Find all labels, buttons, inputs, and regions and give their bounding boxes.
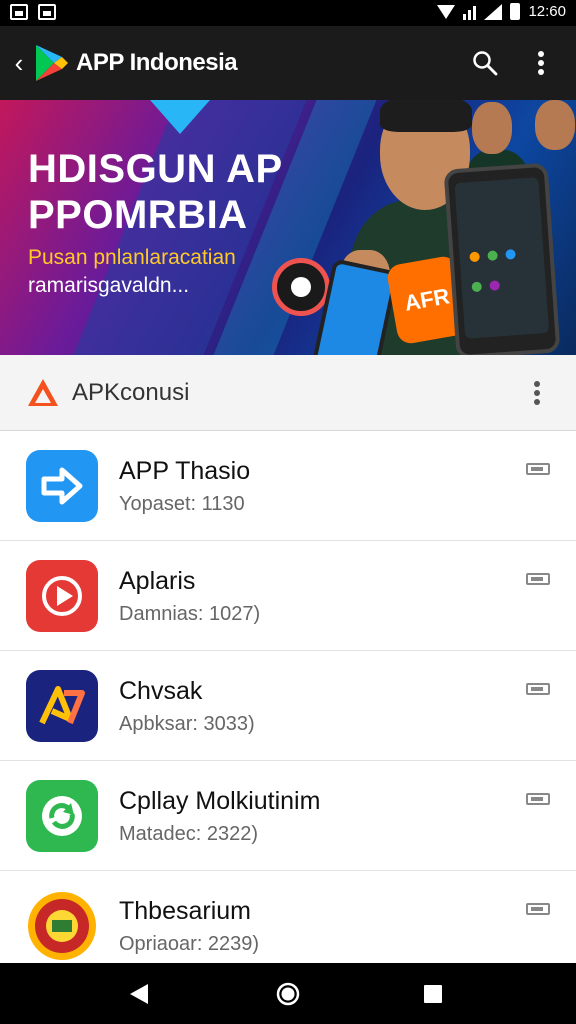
background-person-head <box>472 102 512 154</box>
main-person-hair <box>380 100 472 132</box>
section-title: APKconusi <box>72 378 190 406</box>
search-icon <box>473 51 498 76</box>
install-icon[interactable] <box>526 793 550 805</box>
app-name: APP Thasio <box>119 457 251 485</box>
overflow-menu-button[interactable] <box>522 44 560 82</box>
play-icon <box>26 560 98 632</box>
play-store-logo-icon <box>36 45 68 81</box>
signal-icon <box>484 3 503 20</box>
nav-back-button[interactable] <box>104 963 174 1024</box>
banner-headline-line2: PPOMRBIA <box>28 193 248 237</box>
promo-banner[interactable]: HDISGUN AP PPOMRBIA Pusan pnlanlaracatia… <box>0 100 576 355</box>
install-icon[interactable] <box>526 903 550 915</box>
banner-subtitle-line1: Pusan pnlanlaracatian <box>28 246 236 269</box>
banner-triangle <box>150 100 210 134</box>
battery-icon <box>510 3 521 20</box>
status-time: 12:60 <box>528 3 566 20</box>
back-button[interactable]: ‹ <box>4 48 34 79</box>
navigation-bar <box>0 963 576 1024</box>
search-button[interactable] <box>466 44 504 82</box>
phone-app-dot <box>469 251 480 263</box>
home-circle-icon <box>276 982 300 1005</box>
arrow-right-icon <box>26 450 98 522</box>
status-bar: 12:60 <box>0 0 576 26</box>
banner-subtitle-line2: ramarisgavaldn... <box>28 274 190 297</box>
app-meta: Matadec: 2322) <box>119 823 258 845</box>
app-meta: Apbksar: 3033) <box>119 713 255 735</box>
install-icon[interactable] <box>526 463 550 475</box>
photo-notification-icon <box>38 4 56 20</box>
background-person-head <box>535 100 575 150</box>
install-icon[interactable] <box>526 573 550 585</box>
speedometer-icon <box>272 258 330 316</box>
nav-home-button[interactable] <box>253 963 323 1024</box>
emblem-icon <box>26 890 98 962</box>
apkconusi-logo-icon <box>28 378 58 406</box>
gallery-notification-icon <box>10 4 28 20</box>
more-vert-icon <box>538 51 544 75</box>
app-title: APP Indonesia <box>76 49 238 76</box>
app-list: APP Thasio Yopaset: 1130 Aplaris Damnias… <box>0 431 576 981</box>
a7-logo-icon <box>26 670 98 742</box>
data-bars-icon <box>463 4 477 20</box>
bag-label: AFR <box>402 283 452 316</box>
app-name: Aplaris <box>119 567 196 595</box>
app-name: Chvsak <box>119 677 203 705</box>
phone-app-dot <box>505 249 516 260</box>
list-item[interactable]: Chvsak Apbksar: 3033) <box>0 651 576 761</box>
nav-recents-button[interactable] <box>398 963 468 1024</box>
wifi-icon <box>437 4 456 19</box>
refresh-icon <box>26 780 98 852</box>
app-bar: ‹ APP Indonesia <box>0 26 576 100</box>
large-phone-image <box>443 162 561 355</box>
app-name: Thbesarium <box>119 897 251 925</box>
app-name: Cpllay Molkiutinim <box>119 787 321 815</box>
banner-headline: HDISGUN AP PPOMRBIA <box>28 146 283 238</box>
phone-app-dot <box>487 250 498 261</box>
recents-square-icon <box>424 984 442 1003</box>
banner-headline-line1: HDISGUN AP <box>28 147 283 191</box>
app-meta: Yopaset: 1130 <box>119 493 245 515</box>
app-meta: Damnias: 1027) <box>119 603 261 625</box>
list-item[interactable]: Aplaris Damnias: 1027) <box>0 541 576 651</box>
app-meta: Opriaoar: 2239) <box>119 933 260 955</box>
phone-app-dot <box>489 280 501 291</box>
section-menu-button[interactable] <box>518 374 556 412</box>
install-icon[interactable] <box>526 683 550 695</box>
phone-screen <box>454 177 550 339</box>
back-triangle-icon <box>130 983 148 1004</box>
more-vert-icon <box>534 380 540 405</box>
list-item[interactable]: Cpllay Molkiutinim Matadec: 2322) <box>0 761 576 871</box>
section-header: APKconusi <box>0 355 576 431</box>
list-item[interactable]: APP Thasio Yopaset: 1130 <box>0 431 576 541</box>
phone-app-dot <box>471 281 483 293</box>
